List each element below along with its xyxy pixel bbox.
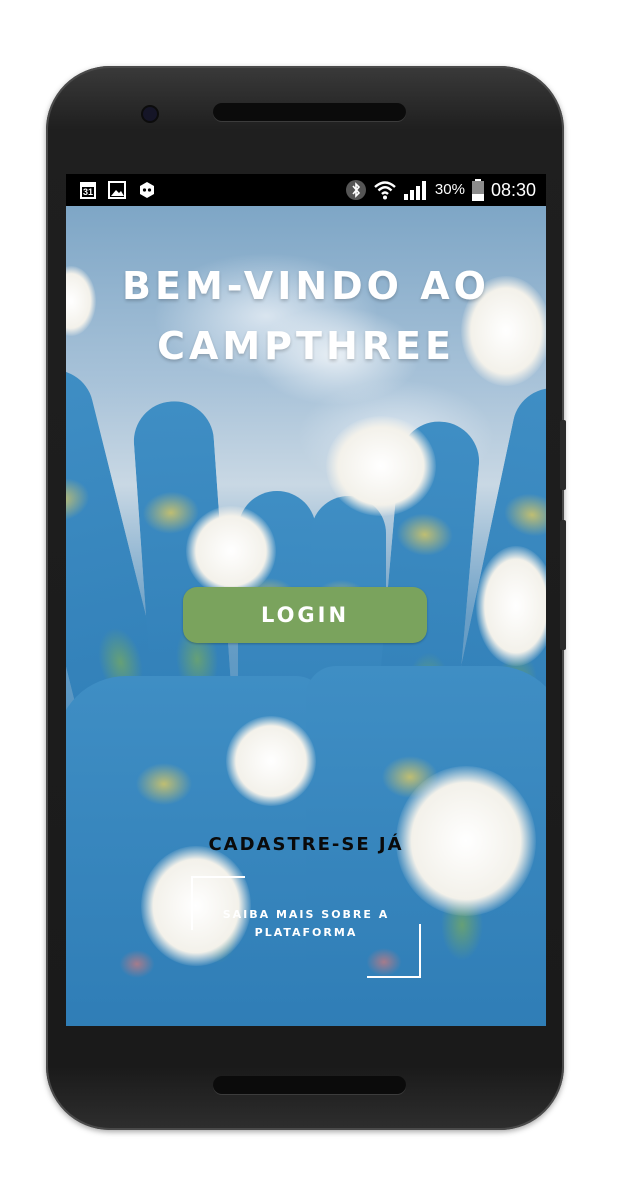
screen: 31 30% 08:30 BEM-VINDO AO CAMPTHREE LOGI… bbox=[66, 174, 546, 1026]
game-controller-icon bbox=[138, 181, 156, 199]
learn-more-button[interactable]: SAIBA MAIS SOBRE A PLATAFORMA bbox=[191, 876, 421, 978]
bluetooth-icon bbox=[345, 179, 367, 201]
dove-decoration bbox=[326, 416, 436, 516]
volume-button bbox=[560, 520, 566, 650]
welcome-title-line2: CAMPTHREE bbox=[157, 324, 455, 368]
wifi-icon bbox=[373, 179, 397, 201]
image-icon bbox=[108, 181, 126, 199]
learn-more-line2: PLATAFORMA bbox=[254, 926, 358, 939]
signal-icon bbox=[403, 179, 429, 201]
welcome-screen: BEM-VINDO AO CAMPTHREE LOGIN CADASTRE-SE… bbox=[66, 206, 546, 1026]
top-speaker bbox=[213, 103, 406, 121]
dove-decoration bbox=[476, 546, 546, 666]
login-button[interactable]: LOGIN bbox=[183, 587, 427, 643]
status-left-icons: 31 bbox=[80, 180, 156, 200]
battery-icon bbox=[471, 179, 485, 201]
signup-link[interactable]: CADASTRE-SE JÁ bbox=[166, 834, 446, 855]
learn-more-label: SAIBA MAIS SOBRE A PLATAFORMA bbox=[201, 906, 411, 942]
status-bar: 31 30% 08:30 bbox=[66, 174, 546, 206]
dove-decoration bbox=[186, 506, 276, 596]
calendar-icon: 31 bbox=[80, 181, 96, 199]
learn-more-line1: SAIBA MAIS SOBRE A bbox=[222, 908, 390, 921]
bottom-speaker bbox=[213, 1076, 406, 1094]
clock: 08:30 bbox=[490, 180, 536, 200]
front-camera bbox=[143, 107, 157, 121]
power-button bbox=[560, 420, 566, 490]
dove-decoration bbox=[226, 716, 316, 806]
battery-percent: 30% bbox=[434, 181, 465, 198]
status-right-icons: 30% 08:30 bbox=[345, 178, 536, 202]
welcome-title-line1: BEM-VINDO AO bbox=[122, 264, 490, 308]
calendar-day: 31 bbox=[82, 187, 93, 197]
welcome-title: BEM-VINDO AO CAMPTHREE bbox=[66, 256, 546, 376]
